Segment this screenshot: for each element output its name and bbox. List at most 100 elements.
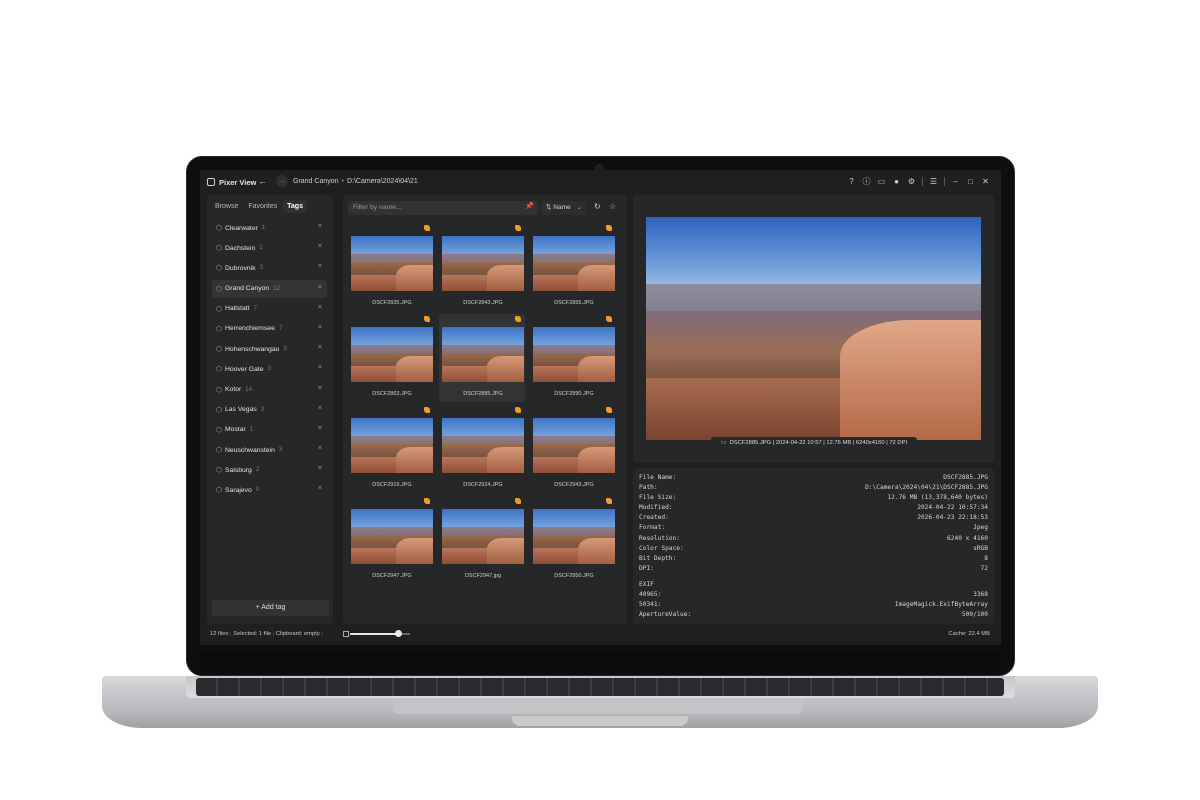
thumbnail-size-slider[interactable] — [350, 630, 410, 637]
remove-tag-icon[interactable]: × — [318, 485, 322, 492]
monitor-icon[interactable]: ▭ — [874, 174, 889, 189]
refresh-icon[interactable]: ↻ — [594, 202, 601, 211]
sort-dropdown[interactable]: ⇅ Name ⌄ — [541, 201, 587, 215]
circle-icon[interactable]: ● — [889, 174, 904, 189]
remove-tag-icon[interactable]: × — [318, 385, 322, 392]
tag-item[interactable]: ⬡ Las Vegas 3 × — [212, 401, 327, 419]
tag-icon: ⬡ — [216, 386, 223, 394]
close-icon[interactable]: ✕ — [978, 174, 993, 189]
remove-tag-icon[interactable]: × — [318, 324, 322, 331]
tag-item[interactable]: ⬡ Herrenchiemsee 7 × — [212, 320, 327, 338]
tag-count: 3 — [259, 265, 263, 272]
tag-item[interactable]: ⬡ Dubrovnik 3 × — [212, 259, 327, 277]
thumbnail-image — [533, 509, 615, 564]
metadata-value: 500/100 — [961, 611, 988, 619]
tag-name: Salsburg — [225, 466, 252, 474]
tag-flag-icon — [606, 225, 612, 231]
metadata-key: Color Space: — [639, 544, 684, 552]
tag-item[interactable]: ⬡ Grand Canyon 12 × — [212, 279, 327, 298]
filter-input[interactable]: Filter by name... — [348, 201, 538, 215]
tab-favorites[interactable]: Favorites — [244, 200, 281, 213]
thumbnail-item[interactable]: DSCF2835.JPG — [348, 223, 434, 311]
remove-tag-icon[interactable]: × — [318, 263, 322, 270]
back-arrow-icon[interactable]: ← — [258, 176, 267, 186]
maximize-icon[interactable]: □ — [963, 174, 978, 189]
menu-icon[interactable]: ☰ — [926, 174, 941, 189]
tab-tags[interactable]: Tags — [283, 200, 307, 213]
remove-tag-icon[interactable]: × — [318, 304, 322, 311]
remove-tag-icon[interactable]: × — [318, 344, 322, 351]
tag-item[interactable]: ⬡ Clearwater 1 × — [212, 219, 327, 237]
status-file-count: 12 files — [210, 631, 229, 637]
divider — [922, 177, 923, 186]
thumbnail-filename: DSCF2855.JPG — [554, 300, 594, 306]
thumbnail-item[interactable]: DSCF2855.JPG — [530, 223, 616, 311]
thumbnail-item[interactable]: DSCF2947.JPG — [348, 496, 434, 584]
metadata-row: DPI: 72 — [639, 564, 988, 574]
tag-name: Kotor — [225, 386, 242, 393]
tag-count: 14 — [245, 386, 252, 393]
title-toolbar: ? ⓘ ▭ ● ⚙ ☰ – □ ✕ — [844, 174, 993, 189]
status-selected: Selected: 1 file — [233, 631, 272, 637]
metadata-row: Resolution: 6240 x 4160 — [639, 534, 988, 544]
gear-icon[interactable]: ⚙ — [904, 174, 919, 189]
remove-tag-icon[interactable]: × — [318, 425, 322, 432]
breadcrumb-tag[interactable]: Grand Canyon — [293, 178, 339, 185]
thumbnail-item[interactable]: DSCF2863.JPG — [348, 314, 434, 402]
tag-count: 3 — [267, 366, 271, 373]
metadata-row: Modified: 2024-04-22 10:57:34 — [639, 503, 988, 513]
thumbnail-filename: DSCF2950.JPG — [554, 573, 594, 579]
tag-flag-icon — [606, 407, 612, 413]
tab-browse[interactable]: Browse — [211, 200, 242, 213]
tag-icon: ⬡ — [216, 487, 223, 495]
remove-tag-icon[interactable]: × — [318, 405, 322, 412]
tag-item[interactable]: ⬡ Kotor 14 × — [212, 381, 327, 399]
thumbnail-image — [351, 236, 433, 291]
minimize-icon[interactable]: – — [948, 174, 963, 189]
app-window: Pixer View ← → Grand Canyon • D:\Camera\20… — [200, 170, 1001, 645]
thumbnail-image — [442, 418, 524, 473]
tag-item[interactable]: ⬡ Dachstein 1 × — [212, 239, 327, 257]
metadata-row: Bit Depth: 8 — [639, 554, 988, 564]
remove-tag-icon[interactable]: × — [318, 243, 322, 250]
remove-tag-icon[interactable]: × — [318, 465, 322, 472]
thumbnail-filename: DSCF2919.JPG — [372, 482, 412, 488]
breadcrumb-separator: • — [341, 178, 344, 185]
pin-icon[interactable]: 📌 — [525, 202, 534, 210]
tag-item[interactable]: ⬡ Neuschwanstein 3 × — [212, 441, 327, 459]
remove-tag-icon[interactable]: × — [318, 445, 322, 452]
thumbnail-item[interactable]: DSCF2890.JPG — [530, 314, 616, 402]
thumbnail-item[interactable]: DSCF2843.JPG — [439, 223, 525, 311]
star-icon[interactable]: ☆ — [609, 202, 616, 211]
forward-arrow-icon[interactable]: → — [276, 175, 288, 187]
thumbnail-item[interactable]: DSCF2885.JPG — [439, 314, 525, 402]
slider-knob[interactable] — [395, 630, 402, 637]
breadcrumb-path[interactable]: D:\Camera\2024\04\21 — [347, 178, 418, 185]
tag-name: Herrenchiemsee — [225, 325, 275, 333]
metadata-value: 8 — [984, 554, 988, 562]
thumbnail-item[interactable]: DSCF2919.JPG — [348, 405, 434, 493]
tag-item[interactable]: ⬡ Hallstatt 7 × — [212, 300, 327, 318]
tag-item[interactable]: ⬡ Mostar 1 × — [212, 421, 327, 439]
metadata-row: 40965: 3368 — [639, 590, 988, 600]
remove-tag-icon[interactable]: × — [318, 223, 322, 230]
thumbnail-item[interactable]: DSCF2947.jpg — [439, 496, 525, 584]
thumbnail-item[interactable]: DSCF2924.JPG — [439, 405, 525, 493]
remove-tag-icon[interactable]: × — [318, 284, 322, 291]
tag-item[interactable]: ⬡ Salsburg 2 × — [212, 461, 327, 479]
tag-flag-icon — [515, 225, 521, 231]
thumbnail-item[interactable]: DSCF2950.JPG — [530, 496, 616, 584]
tag-name: Sarajevo — [225, 486, 252, 494]
tag-item[interactable]: ⬡ Hohenschwangau 3 × — [212, 340, 327, 358]
remove-tag-icon[interactable]: × — [318, 364, 322, 371]
preview-image[interactable] — [646, 217, 981, 440]
tag-name: Dubrovnik — [225, 264, 256, 272]
metadata-key: Bit Depth: — [639, 554, 677, 562]
add-tag-button[interactable]: + Add tag — [212, 600, 329, 616]
info-icon[interactable]: ⓘ — [859, 174, 874, 189]
thumbnail-item[interactable]: DSCF2943.JPG — [530, 405, 616, 493]
tag-item[interactable]: ⬡ Hoover Gate 3 × — [212, 360, 327, 378]
help-icon[interactable]: ? — [844, 174, 859, 189]
tag-item[interactable]: ⬡ Sarajevo 0 × — [212, 481, 327, 499]
tag-name: Mostar — [225, 426, 246, 434]
